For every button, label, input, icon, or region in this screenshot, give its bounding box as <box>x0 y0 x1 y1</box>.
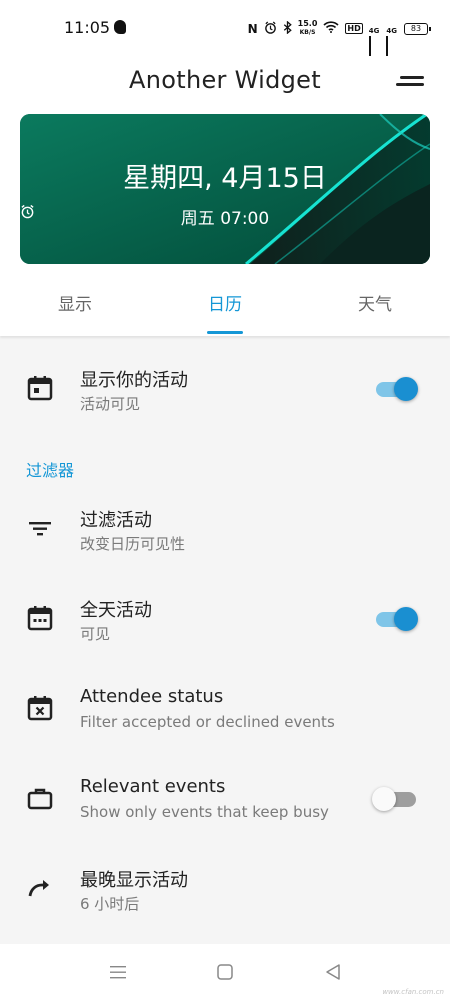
all-day-events-toggle[interactable] <box>376 606 418 632</box>
banner-next-alarm: 周五 07:00 <box>20 204 430 229</box>
setting-subtitle: Show only events that keep busy <box>80 803 329 821</box>
setting-title: 显示你的活动 <box>80 370 188 391</box>
net-speed-unit: KB/S <box>299 29 316 36</box>
wifi-icon <box>323 21 339 36</box>
tab-calendar[interactable]: 日历 <box>150 280 300 336</box>
section-header-filter: 过滤器 <box>26 461 75 480</box>
alarm-status-icon <box>264 20 277 37</box>
back-triangle-icon[interactable] <box>322 962 344 982</box>
setting-title: Attendee status <box>80 686 224 707</box>
calendar-view-icon <box>27 606 53 631</box>
setting-subtitle: Filter accepted or declined events <box>80 713 335 731</box>
banner-alarm-text: 周五 07:00 <box>180 209 270 229</box>
tab-display[interactable]: 显示 <box>0 280 150 336</box>
nfc-icon: N <box>247 21 258 36</box>
filter-icon <box>29 522 51 536</box>
net-speed: 15.0 KB/S <box>298 20 318 37</box>
notification-app-icon <box>114 20 126 34</box>
app-bar: Another Widget <box>0 56 450 112</box>
setting-title: 全天活动 <box>80 600 152 621</box>
bluetooth-icon <box>283 20 292 37</box>
banner-date: 星期四, 4月15日 <box>123 163 327 194</box>
app-title: Another Widget <box>129 66 321 94</box>
signal-icon-1: 4G <box>368 23 381 69</box>
menu-icon[interactable] <box>396 74 424 94</box>
battery-icon: 83 <box>404 22 431 35</box>
widget-preview-banner: 星期四, 4月15日 周五 07:00 <box>20 114 430 264</box>
setting-relevant-events[interactable]: Relevant events Show only events that ke… <box>0 760 450 840</box>
system-nav-bar: www.cfan.com.cn <box>0 944 450 1000</box>
setting-subtitle: 6 小时后 <box>80 895 140 913</box>
setting-show-events[interactable]: 显示你的活动 活动可见 <box>0 350 450 430</box>
status-time: 11:05 <box>64 18 111 37</box>
briefcase-icon <box>27 788 53 810</box>
tab-indicator <box>207 331 243 334</box>
alarm-clock-icon <box>21 204 34 219</box>
tab-weather[interactable]: 天气 <box>300 280 450 336</box>
tab-bar: 显示 日历 天气 <box>0 280 450 336</box>
setting-title: 过滤活动 <box>80 510 152 531</box>
signal-label-1: 4G <box>368 26 380 35</box>
setting-subtitle: 改变日历可见性 <box>80 535 186 553</box>
tab-label: 显示 <box>58 295 92 315</box>
show-events-toggle[interactable] <box>376 376 418 402</box>
tab-label: 天气 <box>358 295 392 315</box>
setting-filter-events[interactable]: 过滤活动 改变日历可见性 <box>0 490 450 570</box>
setting-latest-events[interactable]: 最晚显示活动 6 小时后 <box>0 850 450 930</box>
setting-attendee-status[interactable]: Attendee status Filter accepted or decli… <box>0 670 450 750</box>
setting-all-day-events[interactable]: 全天活动 可见 <box>0 580 450 660</box>
net-speed-value: 15.0 <box>297 19 318 28</box>
watermark: www.cfan.com.cn <box>382 988 444 996</box>
hd-badge: HD <box>345 23 363 34</box>
calendar-today-icon <box>27 376 53 401</box>
status-icons: N 15.0 KB/S HD 4G 4G 83 <box>247 20 431 69</box>
setting-title: Relevant events <box>80 776 226 797</box>
signal-icon-2: 4G <box>386 23 398 69</box>
status-bar: 11:05 N 15.0 KB/S HD 4G 4G 83 <box>0 0 450 69</box>
setting-subtitle: 活动可见 <box>80 395 141 413</box>
signal-label-2: 4G <box>386 26 397 35</box>
relevant-events-toggle[interactable] <box>372 786 416 812</box>
setting-title: 最晚显示活动 <box>80 870 188 891</box>
calendar-x-icon <box>27 696 53 721</box>
tab-label: 日历 <box>208 295 242 315</box>
menu-icon[interactable] <box>107 962 129 982</box>
home-square-icon[interactable] <box>214 962 236 982</box>
redo-icon <box>28 880 49 897</box>
setting-subtitle: 可见 <box>80 625 111 643</box>
widget-preview: 星期四, 4月15日 周五 07:00 <box>0 112 450 280</box>
